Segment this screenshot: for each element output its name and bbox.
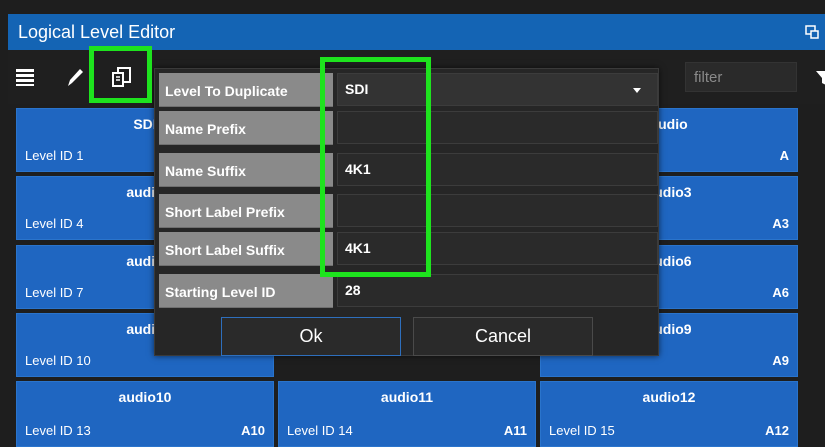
tile-short-label: A12 [765, 423, 789, 438]
tile-level-id: Level ID 14 [287, 423, 353, 438]
level-tile[interactable]: audio11 Level ID 14 A11 [278, 381, 536, 447]
field-label: Starting Level ID [159, 274, 333, 308]
tile-short-label: A10 [241, 423, 265, 438]
field-label: Name Prefix [159, 111, 333, 145]
list-icon[interactable] [14, 66, 36, 88]
starting-level-id-input[interactable]: 28 [337, 274, 658, 307]
field-row-starting-level-id: Starting Level ID 28 [159, 274, 658, 308]
tile-short-label: A11 [503, 423, 527, 438]
chevron-down-icon[interactable] [633, 88, 641, 93]
tile-level-id: Level ID 1 [25, 148, 84, 163]
funnel-icon[interactable] [816, 70, 825, 86]
window-restore-icon[interactable] [805, 25, 819, 39]
filter-field[interactable] [685, 62, 812, 92]
highlight-dialog-values [320, 57, 431, 277]
tile-short-label: A6 [772, 285, 789, 300]
window-title: Logical Level Editor [18, 22, 176, 42]
cancel-button[interactable]: Cancel [413, 317, 593, 356]
tile-short-label: A9 [772, 353, 789, 368]
field-label: Level To Duplicate [159, 73, 333, 107]
tile-level-id: Level ID 4 [25, 216, 84, 231]
filter-input[interactable] [686, 63, 812, 91]
highlight-duplicate-button [89, 46, 152, 103]
field-label: Short Label Suffix [159, 232, 333, 266]
tile-short-label: A [779, 148, 789, 163]
tile-level-id: Level ID 15 [549, 423, 615, 438]
title-bar: Logical Level Editor [8, 14, 825, 50]
pencil-icon[interactable] [64, 66, 86, 88]
ok-button[interactable]: Ok [221, 317, 401, 356]
level-tile[interactable]: audio12 Level ID 15 A12 [540, 381, 798, 447]
tile-level-id: Level ID 7 [25, 285, 84, 300]
field-label: Short Label Prefix [159, 194, 333, 228]
tile-level-id: Level ID 13 [25, 423, 91, 438]
tile-name: audio12 [642, 389, 696, 405]
level-tile[interactable]: audio10 Level ID 13 A10 [16, 381, 274, 447]
tile-short-label: A3 [772, 216, 789, 231]
tile-name: audio10 [118, 389, 172, 405]
tile-name: audio11 [380, 389, 434, 405]
tile-level-id: Level ID 10 [25, 353, 91, 368]
field-label: Name Suffix [159, 153, 333, 187]
